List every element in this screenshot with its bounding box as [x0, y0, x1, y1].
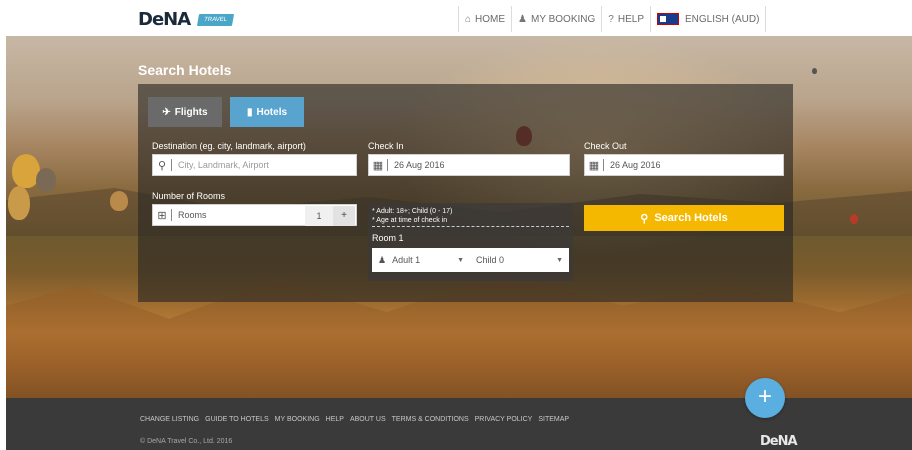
balloon-image: [812, 68, 817, 74]
balloon-image: [36, 168, 56, 192]
calendar-icon: ▦: [588, 159, 600, 172]
hero-banner: Search Hotels ✈ Flights ▮ Hotels Destina…: [6, 36, 912, 398]
chevron-down-icon: ▼: [556, 256, 563, 264]
nav-language-label: ENGLISH (AUD): [684, 13, 760, 25]
footer-link[interactable]: TERMS & CONDITIONS: [392, 416, 469, 423]
user-icon: ♟: [518, 13, 528, 25]
nav-home-label: HOME: [475, 13, 506, 25]
hotel-icon: ▮: [246, 106, 253, 118]
checkin-value: 26 Aug 2016: [394, 160, 445, 170]
field-divider: [171, 159, 172, 171]
search-hotels-button[interactable]: ⚲ Search Hotels: [584, 205, 784, 231]
nav-my-booking-label: MY BOOKING: [531, 13, 596, 25]
top-nav: ⌂ HOME ♟ MY BOOKING ? HELP ENGLISH (AUD): [458, 6, 767, 32]
adult-select[interactable]: ♟ Adult 1 ▼: [372, 248, 470, 272]
nav-home[interactable]: ⌂ HOME: [458, 6, 511, 32]
checkout-field[interactable]: ▦ 26 Aug 2016: [584, 154, 784, 176]
tab-flights[interactable]: ✈ Flights: [148, 97, 222, 127]
child-value: Child 0: [476, 255, 505, 265]
hero-title: Search Hotels: [138, 62, 232, 78]
rooms-count: 1: [305, 206, 333, 226]
home-icon: ⌂: [465, 13, 472, 25]
balloon-image: [850, 214, 858, 224]
checkin-label: Check In: [368, 141, 404, 151]
nav-help-label: HELP: [617, 13, 644, 25]
nav-help[interactable]: ? HELP: [601, 6, 650, 32]
field-divider: [171, 209, 172, 221]
logo-text: DeNA: [138, 9, 191, 30]
checkout-value: 26 Aug 2016: [610, 160, 661, 170]
footer-links: CHANGE LISTING GUIDE TO HOTELS MY BOOKIN…: [140, 416, 575, 423]
search-panel: ✈ Flights ▮ Hotels Destination (eg. city…: [138, 84, 793, 302]
footer-link[interactable]: GUIDE TO HOTELS: [205, 416, 269, 423]
help-icon: ?: [608, 13, 614, 25]
checkout-label: Check Out: [584, 141, 627, 151]
nav-language[interactable]: ENGLISH (AUD): [649, 6, 767, 32]
footer-link[interactable]: PRIVACY POLICY: [475, 416, 533, 423]
footer-logo: DeNA: [760, 434, 798, 449]
footer-link[interactable]: ABOUT US: [350, 416, 386, 423]
logo[interactable]: DeNA TRAVEL: [138, 9, 235, 30]
field-divider: [603, 159, 604, 171]
guests-note-age: * Adult: 18+; Child (0 - 17): [372, 208, 453, 215]
person-icon: ♟: [378, 254, 387, 265]
flag-icon: [656, 13, 679, 25]
balloon-image: [110, 191, 128, 211]
rooms-increment-button[interactable]: +: [333, 206, 355, 226]
tab-hotels-label: Hotels: [256, 106, 288, 118]
guests-note-checkin: * Age at time of check in: [372, 217, 448, 224]
footer-link[interactable]: SITEMAP: [538, 416, 569, 423]
room-title: Room 1: [372, 233, 404, 243]
site-header: DeNA TRAVEL ⌂ HOME ♟ MY BOOKING ? HELP E…: [0, 0, 912, 36]
adult-value: Adult 1: [392, 255, 421, 265]
footer-link[interactable]: CHANGE LISTING: [140, 416, 199, 423]
location-pin-icon: ⚲: [157, 159, 167, 172]
calendar-icon: ▦: [372, 159, 384, 172]
chevron-down-icon: ▼: [457, 256, 464, 264]
copyright: © DeNA Travel Co., Ltd. 2016: [140, 438, 233, 445]
rooms-field[interactable]: ⊞ Rooms 1 +: [152, 204, 357, 226]
search-hotels-label: Search Hotels: [654, 212, 728, 224]
nav-my-booking[interactable]: ♟ MY BOOKING: [511, 6, 601, 32]
footer-link[interactable]: HELP: [326, 416, 344, 423]
room-guests-selector: ♟ Adult 1 ▼ Child 0 ▼: [372, 248, 569, 272]
balloon-image: [8, 186, 30, 220]
destination-placeholder: City, Landmark, Airport: [178, 160, 269, 170]
footer-link[interactable]: MY BOOKING: [275, 416, 320, 423]
plane-icon: ✈: [162, 106, 171, 118]
tab-flights-label: Flights: [174, 106, 208, 118]
tab-hotels[interactable]: ▮ Hotels: [230, 97, 304, 127]
field-divider: [387, 159, 388, 171]
checkin-field[interactable]: ▦ 26 Aug 2016: [368, 154, 570, 176]
guests-summary: * Adult: 18+; Child (0 - 17) * Age at ti…: [372, 205, 569, 227]
rooms-value: Rooms: [178, 210, 207, 220]
logo-tag: TRAVEL: [197, 13, 235, 26]
destination-field[interactable]: ⚲ City, Landmark, Airport: [152, 154, 357, 176]
rooms-label: Number of Rooms: [152, 191, 226, 201]
destination-label: Destination (eg. city, landmark, airport…: [152, 141, 306, 151]
guests-box: * Adult: 18+; Child (0 - 17) * Age at ti…: [368, 203, 573, 281]
search-icon: ⚲: [640, 212, 649, 225]
child-select[interactable]: Child 0 ▼: [470, 248, 569, 272]
add-button[interactable]: +: [745, 378, 785, 418]
bed-icon: ⊞: [157, 209, 167, 222]
